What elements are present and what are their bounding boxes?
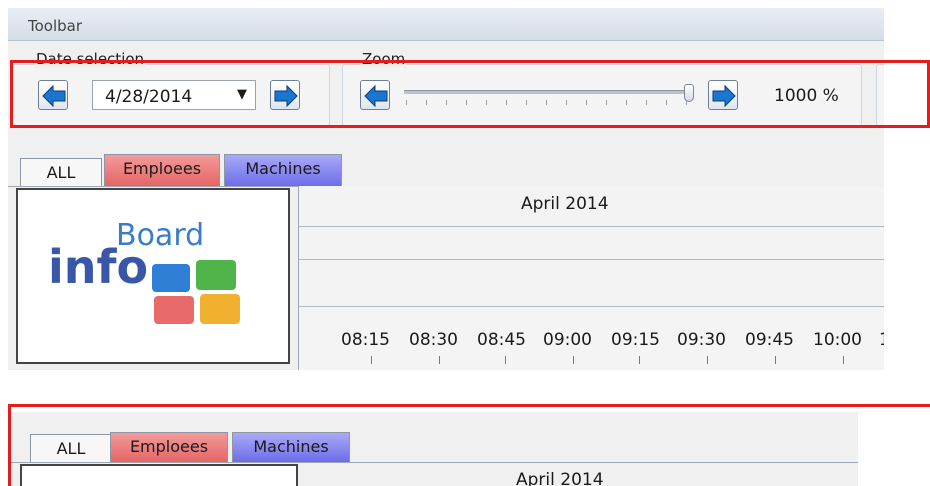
tab-machines[interactable]: Machines [224,154,342,186]
tab-emploees[interactable]: Emploees [104,154,220,186]
hour-label: 08:15 [341,330,390,350]
hour-tick [573,356,574,364]
hour-tick [775,356,776,364]
hour-label: 09:00 [543,330,592,350]
hour-label: 10:00 [813,330,862,350]
blank-row [299,260,884,307]
toolbar-header: Toolbar [8,8,884,41]
highlight-frame-toolbar [10,60,930,128]
infoboard-logo: Board info [16,188,290,364]
hour-tick [371,356,372,364]
highlight-frame-tabs [8,404,930,486]
logo-info-text: info [48,240,149,294]
hour-label: 09:45 [745,330,794,350]
hour-tick [439,356,440,364]
hour-tick [707,356,708,364]
hour-tick [843,356,844,364]
logo-tile-green [196,260,236,290]
month-row: April 2014 [299,186,884,227]
hour-label: 09:15 [611,330,660,350]
hour-label: 08:30 [409,330,458,350]
month-label: April 2014 [521,194,609,214]
logo-tile-red [154,296,194,324]
hour-label: 08:45 [477,330,526,350]
hour-tick [505,356,506,364]
day-row [299,227,884,260]
tab-all[interactable]: ALL [20,158,102,186]
hour-tick [639,356,640,364]
hour-label: 1( [879,330,884,350]
logo-tile-orange [200,294,240,324]
logo-tile-blue [152,264,190,292]
hour-label: 09:30 [677,330,726,350]
toolbar-title: Toolbar [28,17,83,35]
tab-strip: ALL Emploees Machines [8,148,884,187]
calendar-header: April 2014 08:15 08:30 08:45 09:00 09:15… [298,186,884,370]
